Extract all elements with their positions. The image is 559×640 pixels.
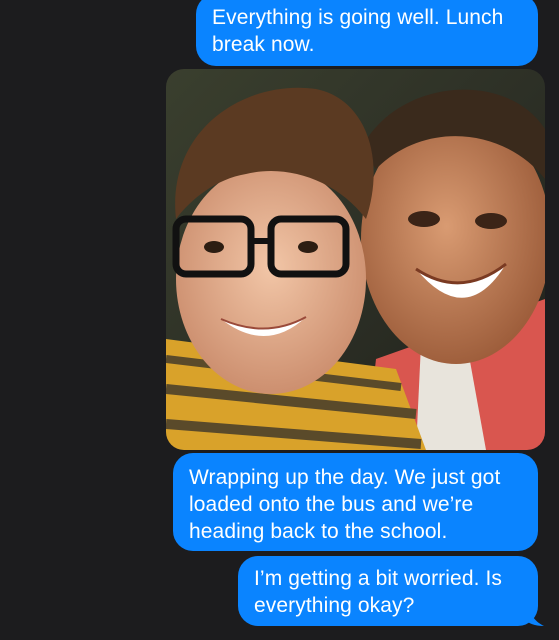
- bubble-tail-icon: [526, 606, 544, 626]
- message-text: I’m getting a bit worried. Is everything…: [254, 567, 502, 617]
- outgoing-message-bubble[interactable]: Wrapping up the day. We just got loaded …: [173, 453, 538, 551]
- selfie-photo: [166, 69, 545, 450]
- outgoing-message-bubble[interactable]: Everything is going well. Lunch break no…: [196, 0, 538, 66]
- message-text: Wrapping up the day. We just got loaded …: [189, 466, 501, 543]
- outgoing-message-bubble[interactable]: I’m getting a bit worried. Is everything…: [238, 556, 544, 626]
- photo-attachment[interactable]: [166, 69, 545, 450]
- message-text: Everything is going well. Lunch break no…: [212, 6, 504, 56]
- message-thread: Everything is going well. Lunch break no…: [0, 0, 559, 640]
